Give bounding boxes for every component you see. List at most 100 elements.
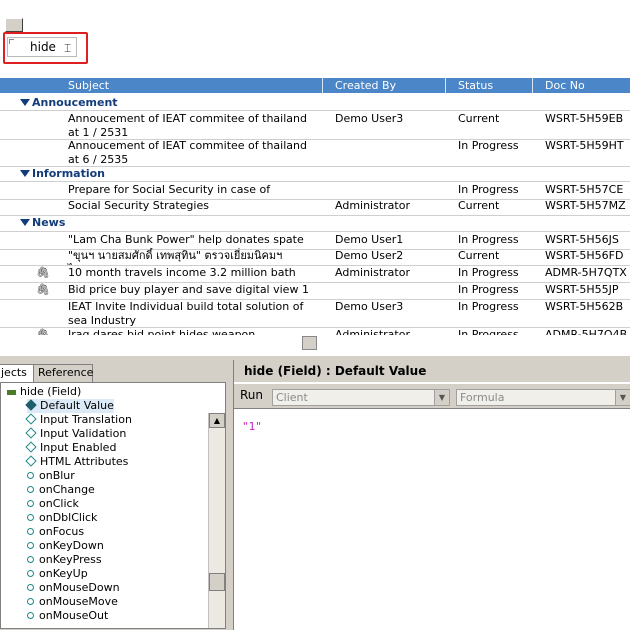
cell-created-by: Demo User3 xyxy=(335,300,404,313)
tree-item-html-attributes[interactable]: HTML Attributes xyxy=(25,455,129,469)
view-header: Subject Created By Status Doc No xyxy=(0,78,630,93)
tree-item-input-validation[interactable]: Input Validation xyxy=(25,427,126,441)
cell-created-by: Administrator xyxy=(335,266,410,279)
event-circle-icon xyxy=(27,584,34,591)
cell-status: In Progress xyxy=(458,300,519,313)
splitter-grip[interactable] xyxy=(302,336,317,350)
cell-status: Current xyxy=(458,112,500,125)
tree-item-onclick[interactable]: onClick xyxy=(27,497,79,511)
column-created-by[interactable]: Created By xyxy=(335,79,396,92)
text-cursor-icon: ⌶ xyxy=(64,41,72,55)
category-news[interactable]: News xyxy=(0,216,630,231)
event-circle-icon xyxy=(27,570,34,577)
tree-item-label: onMouseMove xyxy=(39,595,118,608)
tree-item-label: onMouseOut xyxy=(39,609,109,622)
column-subject[interactable]: Subject xyxy=(68,79,109,92)
cell-doc-no: WSRT-5H57CE xyxy=(545,183,624,196)
column-status[interactable]: Status xyxy=(458,79,493,92)
event-circle-icon xyxy=(27,528,34,535)
tab-reference[interactable]: Reference xyxy=(33,364,93,382)
tree-item-onkeyup[interactable]: onKeyUp xyxy=(27,567,88,581)
event-circle-icon xyxy=(27,472,34,479)
tree-item-default-value[interactable]: Default Value xyxy=(25,399,114,413)
event-circle-icon xyxy=(27,556,34,563)
event-circle-icon xyxy=(27,514,34,521)
tree-item-label: onKeyDown xyxy=(39,539,104,552)
tree-root[interactable]: hide (Field) xyxy=(7,385,81,399)
tree-item-label: onChange xyxy=(39,483,95,496)
tree-item-onblur[interactable]: onBlur xyxy=(27,469,75,483)
cell-doc-no: WSRT-5H59HT xyxy=(545,139,624,152)
tree-item-onkeypress[interactable]: onKeyPress xyxy=(27,553,102,567)
expand-triangle-icon[interactable] xyxy=(20,99,30,106)
hide-field[interactable]: hide ⌶ xyxy=(7,37,77,57)
tree-item-onmousemove[interactable]: onMouseMove xyxy=(27,595,118,609)
cell-doc-no: WSRT-5H59EB xyxy=(545,112,624,125)
table-row[interactable]: Annoucement of IEAT commitee of thailand… xyxy=(0,138,630,167)
cell-status: In Progress xyxy=(458,183,519,196)
cell-status: In Progress xyxy=(458,266,519,279)
diamond-icon xyxy=(25,455,37,467)
field-corner-icon xyxy=(9,39,14,44)
language-select-value: Formula xyxy=(460,391,505,404)
language-select[interactable]: Formula ▼ xyxy=(456,389,630,406)
cell-subject: IEAT Invite Individual build total solut… xyxy=(68,300,304,327)
field-icon xyxy=(7,389,16,395)
run-bar: Run Client ▼ Formula ▼ xyxy=(234,384,630,409)
tree-item-onmouseout[interactable]: onMouseOut xyxy=(27,609,108,623)
tree-item-label: HTML Attributes xyxy=(40,455,129,468)
chevron-down-icon[interactable]: ▼ xyxy=(434,390,449,405)
tree-item-onfocus[interactable]: onFocus xyxy=(27,525,84,539)
run-select[interactable]: Client ▼ xyxy=(272,389,450,406)
cell-status: Current xyxy=(458,199,500,212)
category-annoucement[interactable]: Annoucement xyxy=(0,96,630,111)
diamond-icon xyxy=(25,441,37,453)
cell-doc-no: WSRT-5H56FD xyxy=(545,249,624,262)
cell-doc-no: WSRT-5H55JP xyxy=(545,283,619,296)
tree-item-label: Input Enabled xyxy=(40,441,117,454)
tree-item-input-enabled[interactable]: Input Enabled xyxy=(25,441,117,455)
tree-item-onmousedown[interactable]: onMouseDown xyxy=(27,581,120,595)
designer-panel: jects Reference hide (Field) Default Val… xyxy=(0,356,630,630)
table-row[interactable]: IEAT Invite Individual build total solut… xyxy=(0,299,630,328)
tree-item-label: onClick xyxy=(39,497,79,510)
expand-triangle-icon[interactable] xyxy=(20,219,30,226)
scroll-up-icon[interactable]: ▲ xyxy=(209,413,225,428)
toolbar-button[interactable] xyxy=(5,18,23,32)
table-row[interactable]: 🖇 10 month travels income 3.2 million bat… xyxy=(0,265,630,283)
tree-item-input-translation[interactable]: Input Translation xyxy=(25,413,132,427)
table-row[interactable]: Social Security Strategies Administrator C… xyxy=(0,198,630,216)
table-row[interactable]: Annoucement of IEAT commitee of thailand… xyxy=(0,110,630,140)
table-row[interactable]: "ขุนฯ นายสมศักดิ์ เทพสุทิน" ตรวจเยี่ยมนิ… xyxy=(0,248,630,266)
hide-field-value: hide xyxy=(30,40,56,54)
tree-item-onkeydown[interactable]: onKeyDown xyxy=(27,539,104,553)
cell-subject: Annoucement of IEAT commitee of thailand… xyxy=(68,139,307,166)
scroll-thumb[interactable] xyxy=(209,573,225,591)
cell-status: Current xyxy=(458,249,500,262)
chevron-down-icon[interactable]: ▼ xyxy=(615,390,630,405)
cell-created-by: Demo User2 xyxy=(335,249,404,262)
tree-item-onchange[interactable]: onChange xyxy=(27,483,95,497)
cell-created-by: Demo User1 xyxy=(335,233,404,246)
expand-triangle-icon[interactable] xyxy=(20,170,30,177)
tree-item-label: onDblClick xyxy=(39,511,98,524)
cell-status: In Progress xyxy=(458,139,519,152)
tree-item-label: Input Translation xyxy=(40,413,132,426)
tree-item-label: onFocus xyxy=(39,525,85,538)
cell-status: In Progress xyxy=(458,283,519,296)
category-information[interactable]: Information xyxy=(0,167,630,182)
tree-scrollbar[interactable]: ▲ ▼ xyxy=(208,413,225,628)
tree-item-ondblclick[interactable]: onDblClick xyxy=(27,511,97,525)
attachment-icon: 🖇 xyxy=(36,283,50,296)
diamond-icon xyxy=(25,413,37,425)
cell-doc-no: ADMR-5H7QTX xyxy=(545,266,627,279)
category-label: Annoucement xyxy=(32,96,118,109)
tab-objects[interactable]: jects xyxy=(0,364,34,382)
pane-splitter[interactable] xyxy=(0,335,630,351)
table-row[interactable]: 🖇 Bid price buy player and save digital v… xyxy=(0,282,630,300)
column-doc-no[interactable]: Doc No xyxy=(545,79,585,92)
cell-subject: "ขุนฯ นายสมศักดิ์ เทพสุทิน" ตรวจเยี่ยมนิ… xyxy=(68,249,283,265)
tree-item-label: onKeyUp xyxy=(39,567,88,580)
editor-title: hide (Field) : Default Value xyxy=(234,360,630,382)
code-text[interactable]: "1" xyxy=(242,420,262,433)
